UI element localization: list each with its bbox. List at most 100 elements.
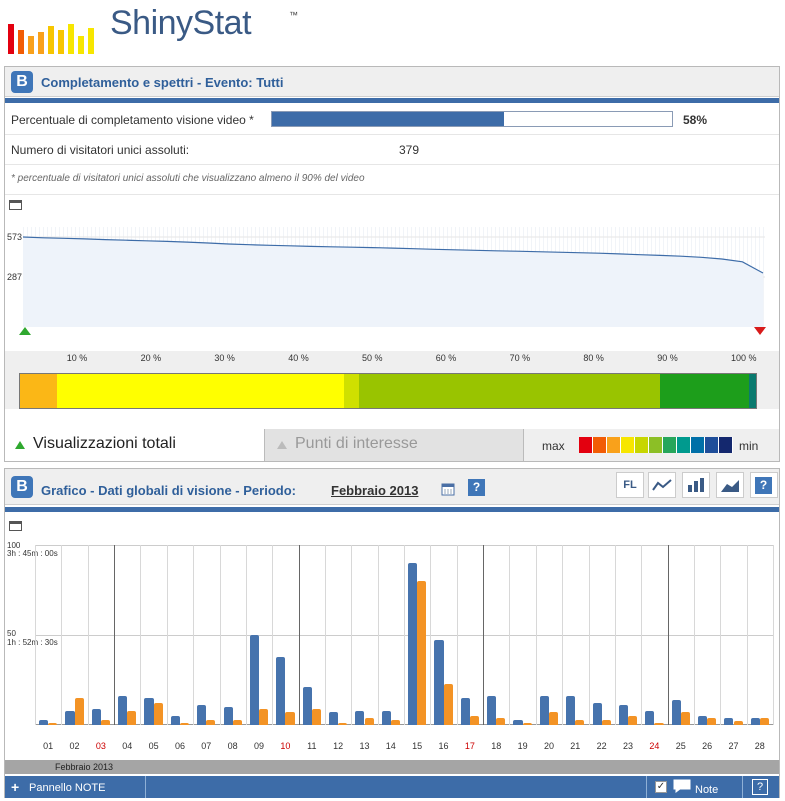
bar-series-1[interactable] [539, 696, 549, 725]
period-link[interactable]: Febbraio 2013 [331, 483, 418, 498]
fl-button[interactable]: FL [616, 472, 644, 498]
bar-series-1[interactable] [328, 712, 339, 725]
bar-series-2[interactable] [100, 719, 111, 725]
bar-series-2[interactable] [601, 719, 611, 725]
bar-series-2[interactable] [496, 717, 506, 725]
bar-series-1[interactable] [170, 716, 180, 725]
bar-series-1[interactable] [697, 716, 708, 725]
window-toggle-icon[interactable] [9, 200, 22, 210]
bar-series-1[interactable] [513, 719, 523, 725]
legend-swatch [593, 437, 607, 453]
legend-gradient [579, 437, 733, 453]
notes-checkbox[interactable]: ✓ [655, 781, 667, 793]
day-label: 26 [702, 741, 713, 751]
bar-series-2[interactable] [680, 712, 690, 725]
bar-series-1[interactable] [460, 698, 470, 725]
bar-series-1[interactable] [355, 710, 365, 725]
bar-series-2[interactable] [549, 712, 559, 725]
calendar-icon[interactable] [441, 482, 455, 496]
bar-series-2[interactable] [733, 721, 743, 725]
completion-label: Percentuale di completamento visione vid… [11, 113, 254, 127]
bar-series-1[interactable] [724, 717, 734, 725]
vertical-gridline [377, 545, 379, 725]
vertical-gridline [562, 545, 564, 725]
bar-series-1[interactable] [65, 710, 75, 725]
end-marker-icon[interactable] [754, 327, 766, 335]
bar-series-1[interactable] [223, 707, 233, 725]
bar-chart-button[interactable] [682, 472, 710, 498]
bar-series-1[interactable] [671, 699, 681, 725]
x-tick-label: 100 % [731, 353, 757, 363]
bar-series-1[interactable] [276, 656, 286, 725]
x-tick-label: 40 % [288, 353, 309, 363]
notes-panel-label[interactable]: Pannello NOTE [29, 782, 105, 794]
bar-series-1[interactable] [434, 640, 444, 725]
bar-series-1[interactable] [118, 696, 128, 725]
bar-series-1[interactable] [645, 710, 655, 725]
vertical-gridline [114, 545, 116, 725]
bar-series-2[interactable] [364, 717, 374, 725]
bar-series-2[interactable] [390, 719, 400, 725]
bar-series-2[interactable] [654, 723, 664, 725]
bar-series-2[interactable] [338, 723, 348, 725]
area-chart-button[interactable] [716, 472, 744, 498]
x-tick-label: 80 % [583, 353, 604, 363]
bar-series-1[interactable] [566, 696, 576, 725]
bar-series-2[interactable] [522, 723, 532, 725]
legend-swatch [649, 437, 663, 453]
bar-series-2[interactable] [74, 698, 84, 725]
bar-series-1[interactable] [381, 710, 391, 725]
bar-series-1[interactable] [750, 717, 760, 725]
bar-series-2[interactable] [285, 712, 295, 725]
bar-series-2[interactable] [628, 716, 638, 725]
line-chart-button[interactable] [648, 472, 676, 498]
day-label: 24 [649, 741, 660, 751]
vertical-gridline [351, 545, 353, 725]
bar-series-2[interactable] [48, 723, 58, 725]
help-icon[interactable]: ? [468, 479, 485, 496]
bar-series-1[interactable] [302, 687, 312, 725]
window-toggle-icon[interactable] [9, 521, 22, 531]
bar-series-2[interactable] [443, 683, 453, 725]
bar-series-1[interactable] [592, 703, 602, 725]
bar-series-2[interactable] [575, 719, 585, 725]
bar-series-1[interactable] [39, 719, 49, 725]
tab-punti-di-interesse[interactable]: Punti di interesse [265, 429, 524, 461]
bar-series-2[interactable] [259, 708, 269, 725]
help-button[interactable]: ? [750, 472, 778, 498]
bar-series-2[interactable] [180, 723, 190, 725]
plus-icon[interactable]: + [11, 779, 19, 795]
bar-series-2[interactable] [707, 717, 717, 725]
bar-series-2[interactable] [206, 719, 216, 725]
tab-visualizzazioni-totali[interactable]: Visualizzazioni totali [5, 429, 265, 461]
help-icon[interactable]: ? [752, 779, 768, 795]
bar-series-2[interactable] [417, 581, 427, 725]
bar-series-2[interactable] [311, 708, 321, 725]
day-label: 28 [754, 741, 765, 751]
day-label: 15 [412, 741, 423, 751]
day-label: 06 [174, 741, 185, 751]
completion-value: 58% [683, 113, 708, 127]
bar-series-2[interactable] [759, 717, 769, 725]
x-tick-label: 10 % [66, 353, 88, 363]
bar-series-2[interactable] [127, 710, 137, 725]
bar-series-1[interactable] [197, 705, 207, 725]
x-tick-label: 90 % [657, 353, 678, 363]
bar-series-1[interactable] [144, 698, 154, 725]
bar-series-2[interactable] [469, 716, 480, 725]
bar-series-2[interactable] [153, 703, 163, 725]
vertical-gridline [588, 545, 590, 725]
bar-series-2[interactable] [232, 719, 242, 725]
bar-series-1[interactable] [487, 696, 497, 725]
bar-series-1[interactable] [408, 563, 418, 725]
vertical-gridline [693, 545, 695, 725]
day-label: 27 [728, 741, 739, 751]
bar-series-1[interactable] [618, 705, 629, 725]
day-label: 25 [675, 741, 686, 751]
panel-title: Grafico - Dati globali di visione - Peri… [41, 483, 296, 498]
start-marker-icon[interactable] [19, 327, 31, 335]
vertical-gridline [324, 545, 326, 725]
bar-series-1[interactable] [91, 708, 101, 725]
bar-series-1[interactable] [249, 635, 260, 725]
x-tick-label: 50 % [362, 353, 383, 363]
